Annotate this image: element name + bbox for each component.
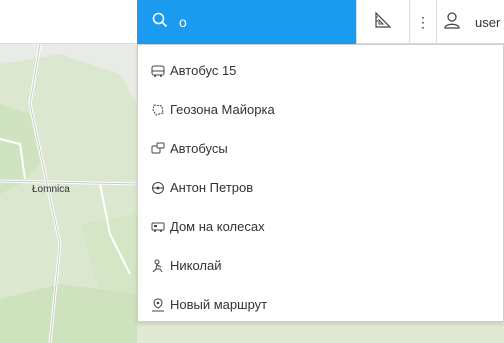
user-name-label[interactable]: user bbox=[475, 15, 500, 30]
result-item[interactable]: Автобусы bbox=[138, 129, 504, 168]
driver-icon bbox=[151, 181, 165, 195]
route-icon bbox=[151, 297, 165, 312]
result-label: Автобусы bbox=[170, 141, 228, 156]
measure-button[interactable] bbox=[356, 0, 409, 44]
person-icon bbox=[151, 259, 165, 273]
bus-icon bbox=[151, 64, 165, 78]
result-item[interactable]: Дом на колесах bbox=[138, 207, 504, 246]
result-label: Дом на колесах bbox=[170, 219, 265, 234]
ruler-icon bbox=[374, 11, 392, 34]
result-label: Новый маршрут bbox=[170, 297, 268, 312]
search-input[interactable] bbox=[179, 9, 339, 35]
camper-icon bbox=[151, 220, 165, 234]
result-item[interactable]: Новый маршрут bbox=[138, 285, 504, 324]
result-item[interactable]: Николай bbox=[138, 246, 504, 285]
top-toolbar: ⋮ user bbox=[0, 0, 504, 44]
more-menu-button[interactable]: ⋮ bbox=[409, 0, 436, 44]
user-icon bbox=[444, 11, 460, 34]
result-label: Автобус 15 bbox=[170, 63, 237, 78]
result-label: Геозона Майорка bbox=[170, 102, 275, 117]
result-item[interactable]: Автобус 15 bbox=[138, 51, 504, 90]
result-label: Николай bbox=[170, 258, 222, 273]
search-box[interactable] bbox=[137, 0, 356, 44]
search-icon bbox=[152, 12, 168, 33]
search-results-dropdown: Автобус 15 Геозона Майорка Автобусы Анто… bbox=[137, 44, 504, 322]
result-item[interactable]: Антон Петров bbox=[138, 168, 504, 207]
more-vertical-icon: ⋮ bbox=[416, 13, 430, 30]
result-item[interactable]: Геозона Майорка bbox=[138, 90, 504, 129]
group-icon bbox=[151, 142, 165, 156]
geofence-icon bbox=[151, 103, 165, 117]
result-label: Антон Петров bbox=[170, 180, 254, 195]
map-place-label: Łomnica bbox=[32, 184, 70, 195]
user-button[interactable] bbox=[436, 0, 467, 44]
